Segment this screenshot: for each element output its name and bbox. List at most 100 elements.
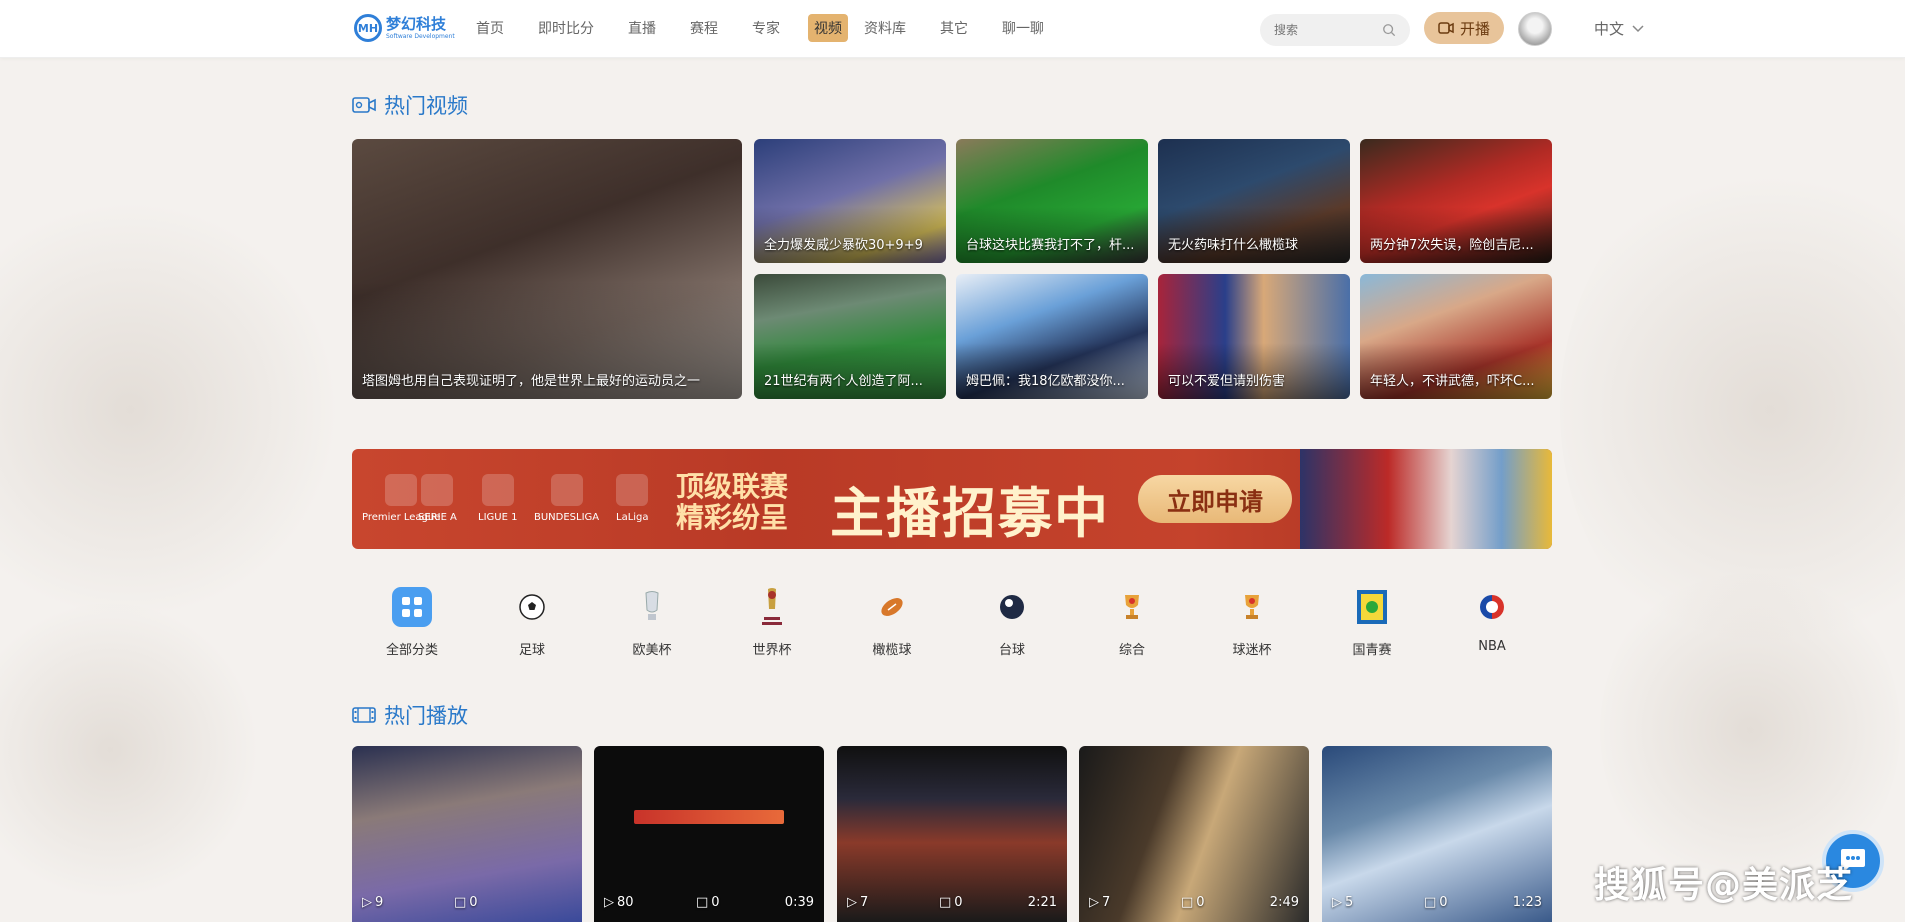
hot-play-title: 热门播放 <box>384 704 468 728</box>
nav-live[interactable]: 直播 <box>622 14 662 42</box>
watermark: 搜狐号@美派芝 <box>1594 865 1854 906</box>
language-label: 中文 <box>1594 20 1625 38</box>
trophy-icon <box>1112 587 1152 627</box>
league-badge: LaLiga <box>616 474 649 523</box>
nav-other[interactable]: 其它 <box>934 14 974 42</box>
hot-play-heading: 热门播放 <box>352 700 468 730</box>
video-card[interactable]: ▷ 80 □ 0 0:39 <box>594 746 824 922</box>
featured-video-tile[interactable]: 塔图姆也用自己表现证明了，他是世界上最好的运动员之一 <box>352 139 742 399</box>
video-tile[interactable]: 可以不爱但请别伤害 <box>1158 274 1350 399</box>
billiard-ball-icon <box>992 587 1032 627</box>
view-count: ▷ 5 <box>1332 895 1354 910</box>
play-count-icon: ▷ <box>847 895 857 910</box>
view-count: ▷ 80 <box>604 895 634 910</box>
video-card[interactable]: ▷ 7 □ 0 2:49 <box>1079 746 1309 922</box>
hot-videos-heading: 热门视频 <box>352 90 468 120</box>
video-camera-icon <box>352 97 376 113</box>
category-nba[interactable]: NBA <box>1442 587 1542 654</box>
comment-count: □ 0 <box>1424 895 1448 910</box>
play-count-icon: ▷ <box>362 895 372 910</box>
category-soccer[interactable]: 足球 <box>482 587 582 658</box>
nav-home[interactable]: 首页 <box>470 14 510 42</box>
view-count: ▷ 7 <box>1089 895 1111 910</box>
video-card[interactable]: ▷ 9 □ 0 <box>352 746 582 922</box>
search-input[interactable] <box>1274 23 1374 37</box>
video-caption: 全力爆发威少暴砍30+9+9 <box>764 238 923 253</box>
video-duration: 0:39 <box>784 895 814 910</box>
play-count-icon: ▷ <box>1332 895 1342 910</box>
category-billiards[interactable]: 台球 <box>962 587 1062 658</box>
video-tile[interactable]: 全力爆发威少暴砍30+9+9 <box>754 139 946 263</box>
players-image <box>1300 449 1552 549</box>
nba-icon <box>1472 587 1512 627</box>
soccer-ball-icon <box>512 587 552 627</box>
category-youth-cup[interactable]: 国青赛 <box>1322 587 1422 658</box>
video-caption: 21世纪有两个人创造了阿... <box>764 374 923 389</box>
camera-icon <box>1438 22 1454 34</box>
main-nav: 首页 即时比分 直播 赛程 专家 视频 资料库 其它 聊一聊 <box>470 0 1050 56</box>
category-general[interactable]: 综合 <box>1082 587 1182 658</box>
grid-icon <box>392 587 432 627</box>
video-tile[interactable]: 台球这块比赛我打不了，杆... <box>956 139 1148 263</box>
language-selector[interactable]: 中文 <box>1594 18 1644 39</box>
league-badge: BUNDESLIGA <box>534 474 599 523</box>
category-all[interactable]: 全部分类 <box>362 587 462 658</box>
streamer-recruit-banner[interactable]: Premier League SERIE A LIGUE 1 BUNDESLIG… <box>352 449 1552 549</box>
view-count: ▷ 9 <box>362 895 384 910</box>
video-duration: 2:49 <box>1269 895 1299 910</box>
comment-icon: □ <box>939 895 952 910</box>
video-caption: 台球这块比赛我打不了，杆... <box>966 238 1135 253</box>
nav-schedule[interactable]: 赛程 <box>684 14 724 42</box>
logo-subtitle: Software Development <box>386 32 455 40</box>
category-euro-cup[interactable]: 欧美杯 <box>602 587 702 658</box>
video-tile[interactable]: 年轻人，不讲武德，吓坏C... <box>1360 274 1552 399</box>
category-rugby[interactable]: 橄榄球 <box>842 587 942 658</box>
video-tile[interactable]: 两分钟7次失误，险创吉尼... <box>1360 139 1552 263</box>
play-count-icon: ▷ <box>1089 895 1099 910</box>
logo-mark: MH <box>354 14 382 42</box>
nav-live-score[interactable]: 即时比分 <box>532 14 600 42</box>
category-world-cup[interactable]: 世界杯 <box>722 587 822 658</box>
video-card[interactable]: ▷ 5 □ 0 1:23 <box>1322 746 1552 922</box>
logo[interactable]: MH 梦幻科技 Software Development <box>354 14 455 42</box>
category-fan-cup[interactable]: 球迷杯 <box>1202 587 1302 658</box>
comment-count: □ 0 <box>454 895 478 910</box>
banner-slogan: 顶级联赛 精彩纷呈 <box>676 470 789 534</box>
comment-count: □ 0 <box>1181 895 1205 910</box>
nav-video[interactable]: 视频 <box>808 14 848 42</box>
film-strip-icon <box>352 707 376 723</box>
comment-icon: □ <box>1181 895 1194 910</box>
banner-headline: 主播招募中 <box>830 481 1110 545</box>
go-live-button[interactable]: 开播 <box>1424 12 1504 44</box>
video-tile[interactable]: 无火药味打什么橄榄球 <box>1158 139 1350 263</box>
nav-database[interactable]: 资料库 <box>858 14 912 42</box>
league-badge: LIGUE 1 <box>478 474 517 523</box>
euro-cup-icon <box>632 587 672 627</box>
nav-chat[interactable]: 聊一聊 <box>996 14 1050 42</box>
video-duration: 1:23 <box>1512 895 1542 910</box>
video-card[interactable]: ▷ 7 □ 0 2:21 <box>837 746 1067 922</box>
view-count: ▷ 7 <box>847 895 869 910</box>
video-caption: 可以不爱但请别伤害 <box>1168 374 1286 389</box>
video-caption: 塔图姆也用自己表现证明了，他是世界上最好的运动员之一 <box>362 374 701 389</box>
top-navbar: MH 梦幻科技 Software Development 首页 即时比分 直播 … <box>0 0 1905 58</box>
video-caption: 两分钟7次失误，险创吉尼... <box>1370 238 1534 253</box>
world-cup-icon <box>752 587 792 627</box>
comment-count: □ 0 <box>696 895 720 910</box>
search-icon[interactable] <box>1382 23 1396 37</box>
nav-experts[interactable]: 专家 <box>746 14 786 42</box>
youth-cup-icon <box>1352 587 1392 627</box>
video-duration: 2:21 <box>1027 895 1057 910</box>
comment-count: □ 0 <box>939 895 963 910</box>
logo-title: 梦幻科技 <box>386 14 447 33</box>
comment-icon: □ <box>696 895 709 910</box>
avatar[interactable] <box>1518 12 1552 46</box>
video-tile[interactable]: 姆巴佩：我18亿欧都没你... <box>956 274 1148 399</box>
chevron-down-icon <box>1632 24 1644 32</box>
apply-now-button[interactable]: 立即申请 <box>1138 475 1292 523</box>
video-caption: 姆巴佩：我18亿欧都没你... <box>966 374 1125 389</box>
comment-icon: □ <box>454 895 467 910</box>
play-count-icon: ▷ <box>604 895 614 910</box>
rugby-ball-icon <box>872 587 912 627</box>
video-tile[interactable]: 21世纪有两个人创造了阿... <box>754 274 946 399</box>
